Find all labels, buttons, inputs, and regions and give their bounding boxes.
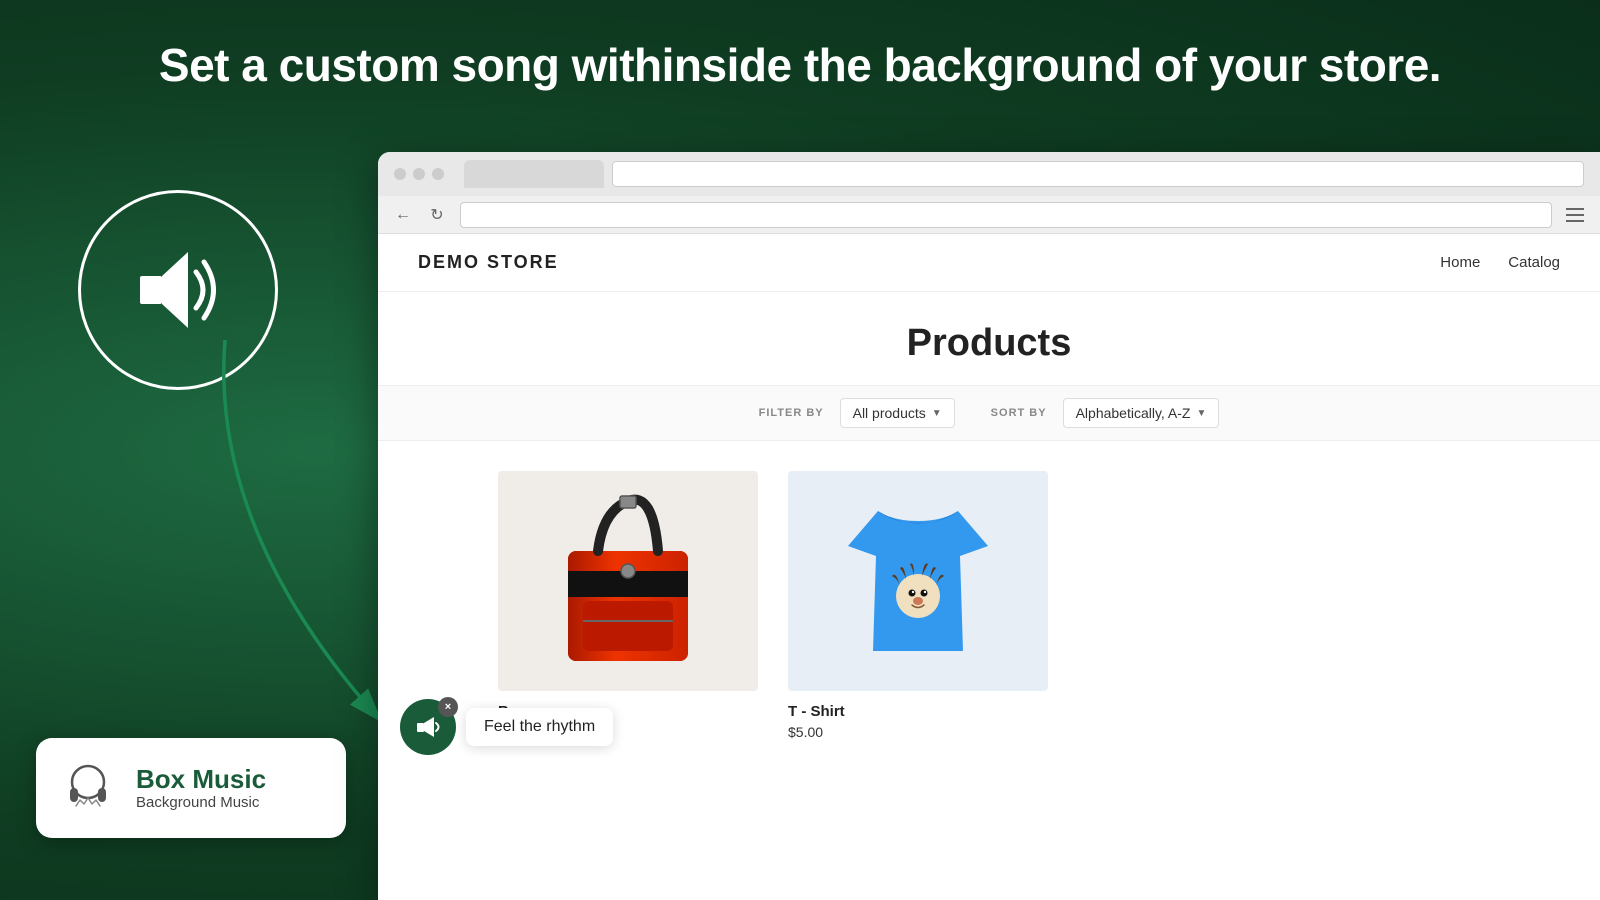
tshirt-name: T - Shirt	[788, 703, 1048, 720]
browser-titlebar	[378, 152, 1600, 196]
filter-by-value: All products	[853, 405, 926, 421]
speaker-circle	[78, 190, 278, 390]
menu-line-3	[1566, 220, 1584, 222]
store-header: DEMO STORE Home Catalog	[378, 234, 1600, 292]
sort-by-chevron: ▼	[1196, 408, 1206, 419]
filter-by-chevron: ▼	[932, 408, 942, 419]
box-music-text: Box Music Background Music	[136, 765, 266, 811]
song-label: Feel the rhythm	[466, 708, 613, 746]
menu-button[interactable]	[1564, 204, 1586, 226]
close-dot	[394, 168, 406, 180]
back-button[interactable]: ←	[392, 204, 414, 226]
speaker-icon	[128, 240, 228, 340]
tshirt-svg	[828, 481, 1008, 681]
browser-url-bar	[464, 160, 1584, 188]
reload-button[interactable]: ↻	[426, 204, 448, 226]
product-card-tshirt[interactable]: T - Shirt $5.00	[788, 471, 1048, 740]
tshirt-product-image	[788, 471, 1048, 691]
filter-by-select[interactable]: All products ▼	[840, 398, 955, 428]
maximize-dot	[432, 168, 444, 180]
bag-svg	[538, 481, 718, 681]
url-input-bar[interactable]	[612, 161, 1584, 187]
store-nav: Home Catalog	[1440, 254, 1560, 271]
sort-by-value: Alphabetically, A-Z	[1076, 405, 1191, 421]
volume-icon	[414, 713, 442, 741]
menu-line-1	[1566, 208, 1584, 210]
products-title: Products	[378, 292, 1600, 385]
close-player-button[interactable]: ×	[438, 697, 458, 717]
store-logo: DEMO STORE	[418, 252, 559, 273]
music-player-widget[interactable]: × Feel the rhythm	[400, 699, 613, 755]
browser-window: ← ↻ DEMO STORE Home Catalog Products FIL…	[378, 152, 1600, 900]
tshirt-price: $5.00	[788, 724, 1048, 740]
minimize-dot	[413, 168, 425, 180]
address-bar[interactable]	[460, 202, 1552, 228]
filter-bar: FILTER BY All products ▼ SORT BY Alphabe…	[378, 385, 1600, 441]
browser-toolbar: ← ↻	[378, 196, 1600, 234]
browser-tab[interactable]	[464, 160, 604, 188]
menu-line-2	[1566, 214, 1584, 216]
box-music-subtitle: Background Music	[136, 794, 266, 811]
nav-catalog[interactable]: Catalog	[1508, 254, 1560, 271]
box-music-logo-icon	[56, 756, 120, 820]
headline: Set a custom song withinside the backgro…	[0, 38, 1600, 93]
filter-by-label: FILTER BY	[759, 407, 824, 419]
sort-by-select[interactable]: Alphabetically, A-Z ▼	[1063, 398, 1220, 428]
box-music-title: Box Music	[136, 765, 266, 794]
sort-by-label: SORT BY	[991, 407, 1047, 419]
box-music-card: Box Music Background Music	[36, 738, 346, 838]
play-button[interactable]: ×	[400, 699, 456, 755]
bag-product-image	[498, 471, 758, 691]
window-controls	[394, 168, 444, 180]
nav-home[interactable]: Home	[1440, 254, 1480, 271]
store-content: DEMO STORE Home Catalog Products FILTER …	[378, 234, 1600, 900]
